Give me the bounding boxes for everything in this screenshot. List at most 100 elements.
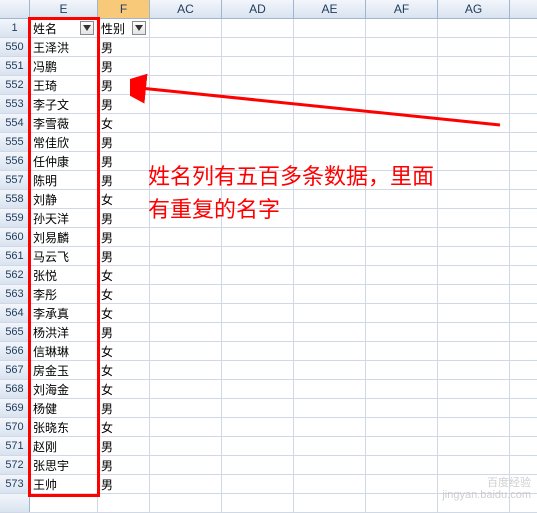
cell-empty[interactable] <box>150 266 222 284</box>
cell-empty[interactable] <box>366 114 438 132</box>
cell-empty[interactable] <box>222 361 294 379</box>
cell-empty[interactable] <box>294 228 366 246</box>
cell-empty[interactable] <box>438 247 510 265</box>
cell-name[interactable]: 李承真 <box>30 304 98 322</box>
cell-empty[interactable] <box>150 323 222 341</box>
cell-name[interactable]: 张悦 <box>30 266 98 284</box>
cell-name-header[interactable]: 姓名 <box>30 19 98 37</box>
cell-name[interactable]: 房金玉 <box>30 361 98 379</box>
cell-empty[interactable] <box>438 76 510 94</box>
cell-name[interactable]: 赵刚 <box>30 437 98 455</box>
cell-name[interactable]: 陈明 <box>30 171 98 189</box>
cell-empty[interactable] <box>150 437 222 455</box>
row-header[interactable] <box>0 494 30 512</box>
cell-empty[interactable] <box>294 266 366 284</box>
cell-empty[interactable] <box>438 171 510 189</box>
cell-empty[interactable] <box>438 456 510 474</box>
cell-sex[interactable]: 男 <box>98 171 150 189</box>
cell-empty[interactable] <box>150 76 222 94</box>
cell-empty[interactable] <box>366 475 438 493</box>
column-header-AE[interactable]: AE <box>294 0 366 18</box>
cell-empty[interactable] <box>366 456 438 474</box>
cell-empty[interactable] <box>366 361 438 379</box>
cell-empty[interactable] <box>294 285 366 303</box>
cell-empty[interactable] <box>294 95 366 113</box>
cell-empty[interactable] <box>294 437 366 455</box>
cell-empty[interactable] <box>294 76 366 94</box>
cell-empty[interactable] <box>438 38 510 56</box>
cell-sex[interactable]: 男 <box>98 247 150 265</box>
cell-empty[interactable] <box>294 494 366 512</box>
cell-sex[interactable]: 男 <box>98 38 150 56</box>
cell-empty[interactable] <box>438 57 510 75</box>
cell-empty[interactable] <box>222 437 294 455</box>
cell-empty[interactable] <box>150 133 222 151</box>
cell-name[interactable]: 王泽洪 <box>30 38 98 56</box>
cell-name[interactable]: 冯鹏 <box>30 57 98 75</box>
cell-empty[interactable] <box>150 342 222 360</box>
cell-empty[interactable] <box>150 399 222 417</box>
column-header-AG[interactable]: AG <box>438 0 510 18</box>
cell-empty[interactable] <box>438 209 510 227</box>
cell-empty[interactable] <box>366 380 438 398</box>
cell-empty[interactable] <box>222 247 294 265</box>
cell-empty[interactable] <box>294 57 366 75</box>
cell-empty[interactable] <box>438 19 510 37</box>
column-header-AF[interactable]: AF <box>366 0 438 18</box>
cell-empty[interactable] <box>150 475 222 493</box>
cell-sex[interactable]: 男 <box>98 152 150 170</box>
cell-empty[interactable] <box>150 57 222 75</box>
cell-name[interactable]: 杨洪洋 <box>30 323 98 341</box>
cell-sex[interactable]: 女 <box>98 304 150 322</box>
cell-empty[interactable] <box>294 323 366 341</box>
cell-empty[interactable] <box>438 266 510 284</box>
cell-name[interactable]: 刘海金 <box>30 380 98 398</box>
cell-empty[interactable] <box>438 437 510 455</box>
cell-empty[interactable] <box>438 95 510 113</box>
cell-empty[interactable] <box>294 304 366 322</box>
cell-name[interactable]: 王琦 <box>30 76 98 94</box>
cell-empty[interactable] <box>150 114 222 132</box>
cell-empty[interactable] <box>438 380 510 398</box>
cell-empty[interactable] <box>150 418 222 436</box>
cell-empty[interactable] <box>294 380 366 398</box>
cell-empty[interactable] <box>366 133 438 151</box>
cell-empty[interactable] <box>150 247 222 265</box>
cell-empty[interactable] <box>222 456 294 474</box>
cell-name[interactable]: 孙天洋 <box>30 209 98 227</box>
cell-empty[interactable] <box>366 76 438 94</box>
cell-empty[interactable] <box>294 247 366 265</box>
row-header[interactable]: 551 <box>0 57 30 75</box>
cell-sex[interactable]: 女 <box>98 361 150 379</box>
cell-name[interactable]: 李彤 <box>30 285 98 303</box>
cell-sex[interactable]: 女 <box>98 285 150 303</box>
cell-empty[interactable] <box>294 342 366 360</box>
row-header[interactable]: 566 <box>0 342 30 360</box>
row-header[interactable]: 558 <box>0 190 30 208</box>
cell-empty[interactable] <box>366 494 438 512</box>
cell-empty[interactable] <box>222 76 294 94</box>
cell-sex[interactable]: 男 <box>98 399 150 417</box>
cell-empty[interactable] <box>366 437 438 455</box>
cell-empty[interactable] <box>294 361 366 379</box>
cell-empty[interactable] <box>150 456 222 474</box>
cell-empty[interactable] <box>222 399 294 417</box>
cell-empty[interactable] <box>438 418 510 436</box>
cell-empty[interactable] <box>294 475 366 493</box>
row-header[interactable]: 573 <box>0 475 30 493</box>
row-header[interactable]: 553 <box>0 95 30 113</box>
cell-sex[interactable]: 男 <box>98 475 150 493</box>
row-header[interactable]: 552 <box>0 76 30 94</box>
cell-empty[interactable] <box>366 19 438 37</box>
cell-empty[interactable] <box>150 361 222 379</box>
cell-empty[interactable] <box>438 361 510 379</box>
cell-empty[interactable] <box>222 418 294 436</box>
cell-empty[interactable] <box>438 228 510 246</box>
cell-empty[interactable] <box>222 57 294 75</box>
cell-name[interactable]: 王帅 <box>30 475 98 493</box>
cell-empty[interactable] <box>222 475 294 493</box>
row-header-1[interactable]: 1 <box>0 19 30 37</box>
cell-sex[interactable]: 男 <box>98 437 150 455</box>
cell-sex[interactable]: 男 <box>98 95 150 113</box>
cell-empty[interactable] <box>222 494 294 512</box>
